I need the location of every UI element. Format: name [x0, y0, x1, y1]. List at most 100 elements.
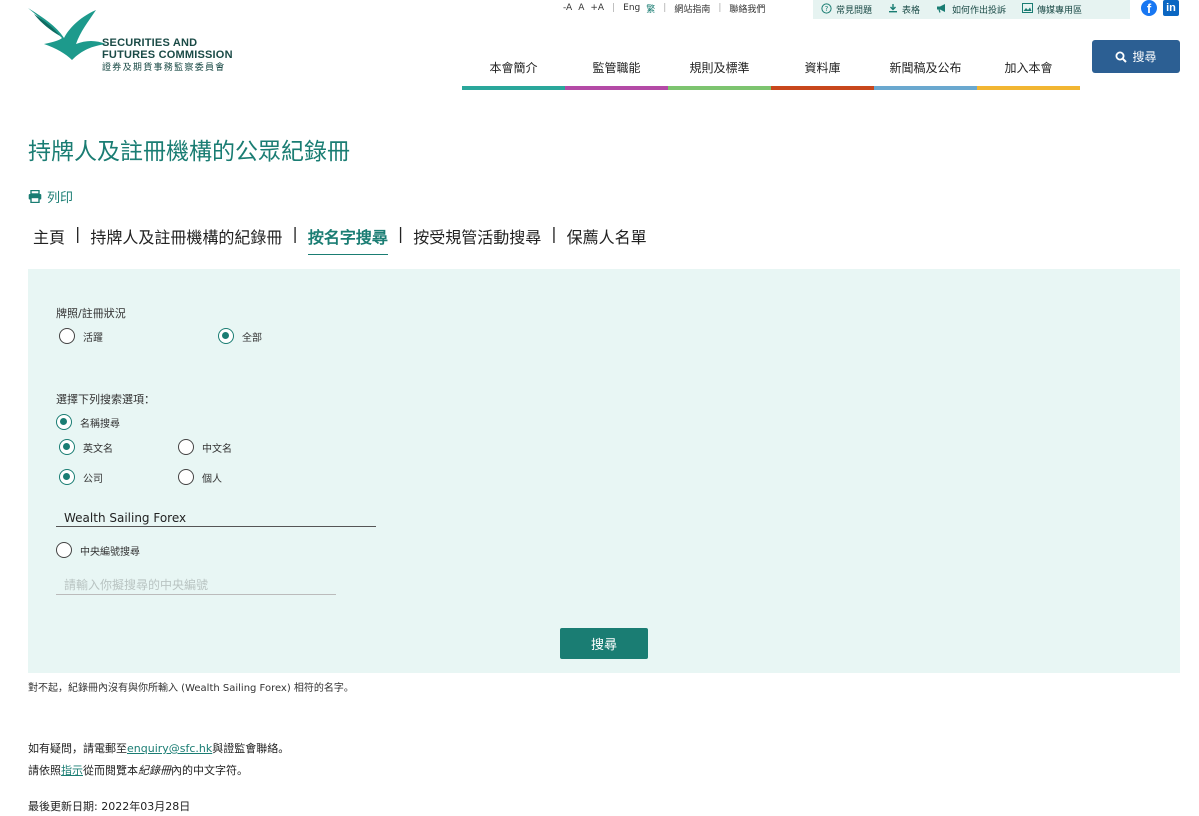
status-active-radio[interactable]: 活躍	[59, 328, 103, 344]
radio-circle-selected	[218, 328, 234, 344]
tab-search-by-name[interactable]: 按名字搜尋	[307, 224, 388, 255]
nav-label: 規則及標準	[689, 61, 750, 75]
enquiry-line: 如有疑問，請電郵至enquiry@sfc.hk與證監會聯絡。	[28, 740, 289, 756]
font-small-button[interactable]: -A	[560, 3, 575, 13]
divider: |	[718, 3, 722, 13]
radio-label: 名稱搜尋	[80, 418, 120, 430]
guide-mid: 從而閱覽本	[83, 764, 138, 777]
download-icon	[888, 3, 898, 16]
lang-trad-link[interactable]: 繁	[643, 2, 658, 15]
facebook-icon[interactable]: f	[1141, 0, 1157, 16]
breadcrumb: 主頁 | 持牌人及註冊機構的紀錄冊 | 按名字搜尋 | 按受規管活動搜尋 | 保…	[33, 224, 647, 255]
print-link[interactable]: 列印	[28, 187, 73, 206]
english-name-radio[interactable]: 英文名	[59, 439, 113, 455]
license-status-label: 牌照/註冊狀況	[56, 307, 126, 320]
image-icon	[1022, 3, 1034, 16]
media-label: 傳媒專用區	[1037, 6, 1083, 16]
radio-circle	[178, 469, 194, 485]
divider: |	[397, 224, 404, 243]
search-options-label: 選擇下列搜索選項：	[56, 393, 155, 406]
guide-italic: 紀錄冊	[138, 764, 171, 777]
nav-label: 新聞稿及公布	[889, 61, 962, 75]
divider: |	[75, 224, 81, 243]
radio-label: 英文名	[83, 443, 113, 455]
divider: |	[663, 3, 667, 13]
nav-item-rules[interactable]: 規則及標準	[668, 44, 771, 90]
utility-bar: -A A +A | Eng 繁 | 網站指南 | 聯絡我們	[560, 0, 768, 16]
last-updated: 最後更新日期: 2022年03月28日	[28, 800, 191, 813]
main-nav: 本會簡介 監管職能 規則及標準 資料庫 新聞稿及公布 加入本會	[462, 44, 1080, 90]
radio-circle	[178, 439, 194, 455]
ce-number-input[interactable]	[56, 576, 336, 595]
social-links: f in	[1141, 0, 1179, 16]
company-radio[interactable]: 公司	[59, 469, 103, 485]
guide-line: 請依照指示從而閱覽本紀錄冊內的中文字符。	[28, 762, 248, 778]
tab-sponsors-list[interactable]: 保薦人名單	[567, 224, 647, 255]
forms-link[interactable]: 表格	[880, 3, 928, 16]
forms-label: 表格	[902, 6, 921, 16]
radio-circle-selected	[59, 469, 75, 485]
nav-item-database[interactable]: 資料庫	[771, 44, 874, 90]
nav-item-regulatory[interactable]: 監管職能	[565, 44, 668, 90]
enquiry-prefix: 如有疑問，請電郵至	[28, 742, 127, 755]
svg-text:?: ?	[825, 5, 829, 13]
print-label: 列印	[47, 191, 74, 206]
name-search-input[interactable]	[56, 509, 376, 527]
faq-label: 常見問題	[836, 6, 873, 16]
status-all-radio[interactable]: 全部	[218, 328, 262, 344]
eagle-icon	[28, 8, 106, 60]
sitemap-link[interactable]: 網站指南	[671, 2, 713, 15]
nav-label: 本會簡介	[489, 61, 538, 75]
search-form-panel: 牌照/註冊狀況 活躍 全部 選擇下列搜索選項： 名稱搜尋 英文名 中文名 公司 …	[28, 269, 1180, 673]
logo-line-3: 證券及期貨事務監察委員會	[102, 62, 226, 72]
no-result-message: 對不起，紀錄冊內沒有與你所輸入 (Wealth Sailing Forex) 相…	[28, 683, 354, 694]
guide-suffix: 內的中文字符。	[171, 764, 248, 777]
enquiry-email-link[interactable]: enquiry@sfc.hk	[127, 742, 212, 755]
radio-circle-selected	[59, 439, 75, 455]
nav-label: 監管職能	[592, 61, 641, 75]
lang-eng-link[interactable]: Eng	[620, 3, 643, 13]
radio-label: 中文名	[202, 443, 232, 455]
divider: |	[292, 224, 298, 243]
tab-home[interactable]: 主頁	[33, 224, 65, 255]
search-icon	[1115, 51, 1128, 63]
chinese-name-radio[interactable]: 中文名	[178, 439, 232, 455]
search-button-label: 搜尋	[1132, 50, 1157, 64]
tab-search-by-activity[interactable]: 按受規管活動搜尋	[413, 224, 541, 255]
radio-label: 公司	[83, 473, 103, 485]
nav-label: 加入本會	[1004, 61, 1053, 75]
nav-label: 資料庫	[804, 61, 841, 75]
guide-prefix: 請依照	[28, 764, 61, 777]
media-link[interactable]: 傳媒專用區	[1014, 3, 1090, 16]
faq-link[interactable]: ? 常見問題	[813, 2, 880, 17]
tab-register[interactable]: 持牌人及註冊機構的紀錄冊	[90, 224, 282, 255]
radio-circle	[59, 328, 75, 344]
logo-line-1: SECURITIES AND	[102, 37, 198, 49]
page-title: 持牌人及註冊機構的公眾紀錄冊	[28, 139, 350, 165]
contact-link[interactable]: 聯絡我們	[726, 2, 768, 15]
logo-text: SECURITIES AND FUTURES COMMISSION 證券及期貨事…	[102, 37, 233, 73]
printer-icon	[28, 190, 42, 203]
megaphone-icon	[936, 3, 948, 16]
guide-link[interactable]: 指示	[61, 764, 83, 777]
radio-label: 活躍	[83, 332, 103, 344]
linkedin-icon[interactable]: in	[1163, 0, 1179, 16]
nav-item-news[interactable]: 新聞稿及公布	[874, 44, 977, 90]
radio-circle-selected	[56, 414, 72, 430]
radio-label: 個人	[202, 473, 222, 485]
name-search-radio[interactable]: 名稱搜尋	[56, 414, 120, 430]
font-large-button[interactable]: +A	[587, 3, 607, 13]
nav-item-careers[interactable]: 加入本會	[977, 44, 1080, 90]
complaint-link[interactable]: 如何作出投訴	[928, 3, 1014, 16]
sfc-logo[interactable]: SECURITIES AND FUTURES COMMISSION 證券及期貨事…	[26, 4, 246, 74]
site-search-button[interactable]: 搜尋	[1092, 40, 1180, 73]
submit-search-button[interactable]: 搜尋	[560, 628, 648, 659]
ce-search-radio[interactable]: 中央編號搜尋	[56, 542, 140, 558]
question-circle-icon: ?	[821, 2, 832, 17]
logo-line-2: FUTURES COMMISSION	[102, 49, 233, 61]
divider: |	[612, 3, 616, 13]
nav-item-about[interactable]: 本會簡介	[462, 44, 565, 90]
font-normal-button[interactable]: A	[575, 3, 587, 13]
enquiry-suffix: 與證監會聯絡。	[212, 742, 290, 755]
individual-radio[interactable]: 個人	[178, 469, 222, 485]
